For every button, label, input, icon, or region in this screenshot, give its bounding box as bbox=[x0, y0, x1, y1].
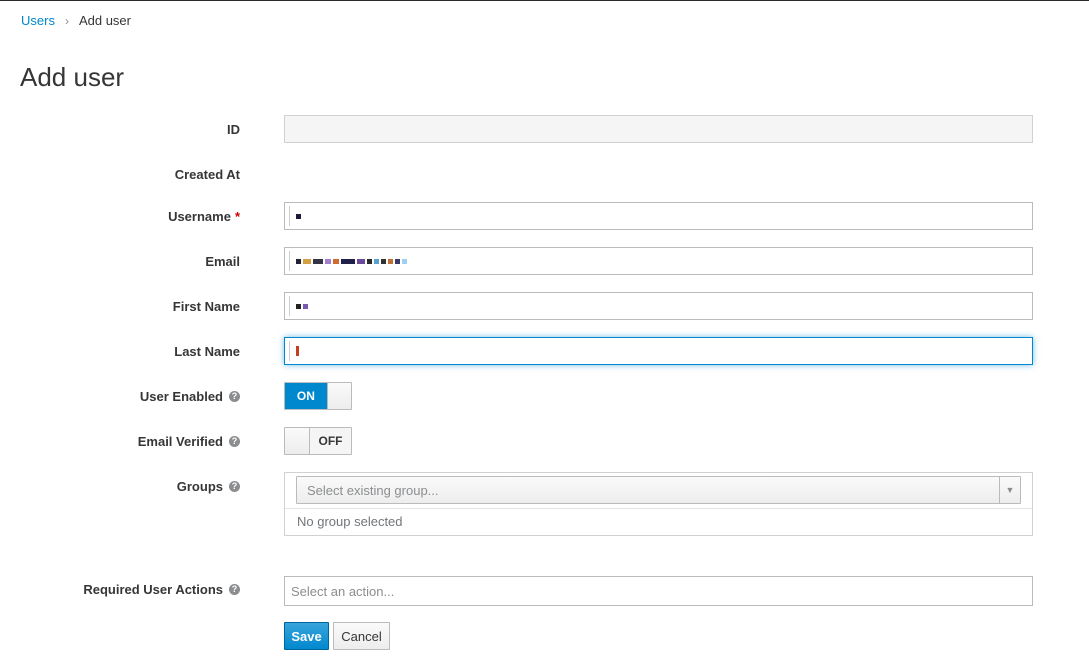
id-field bbox=[284, 115, 1033, 143]
chevron-right-icon: › bbox=[64, 13, 69, 28]
email-verified-label: Email Verified ? bbox=[138, 434, 240, 449]
cancel-button[interactable]: Cancel bbox=[333, 622, 390, 650]
page-title: Add user bbox=[20, 62, 125, 92]
first-name-field[interactable] bbox=[284, 292, 1033, 320]
required-actions-select[interactable]: Select an action... bbox=[284, 576, 1033, 606]
redacted-value bbox=[289, 206, 301, 226]
divider bbox=[285, 508, 1032, 509]
user-enabled-label: User Enabled ? bbox=[140, 389, 240, 404]
required-actions-label: Required User Actions ? bbox=[83, 582, 240, 597]
username-field[interactable] bbox=[284, 202, 1033, 230]
email-field[interactable] bbox=[284, 247, 1033, 275]
breadcrumb-current: Add user bbox=[78, 13, 131, 28]
redacted-value bbox=[289, 341, 299, 361]
created-at-label: Created At bbox=[174, 167, 240, 182]
breadcrumb: Users › Add user bbox=[21, 13, 131, 28]
redacted-value bbox=[289, 251, 407, 271]
groups-select[interactable]: Select existing group... ▼ bbox=[296, 476, 1021, 504]
groups-container: Select existing group... ▼ No group sele… bbox=[284, 472, 1033, 536]
toggle-off-label: OFF bbox=[310, 428, 351, 454]
email-verified-toggle[interactable]: OFF bbox=[284, 427, 352, 455]
toggle-on-label: ON bbox=[285, 383, 327, 409]
email-label: Email bbox=[205, 254, 240, 269]
groups-label: Groups ? bbox=[177, 479, 240, 494]
last-name-label: Last Name bbox=[174, 344, 240, 359]
question-circle-icon[interactable]: ? bbox=[229, 481, 240, 492]
save-button[interactable]: Save bbox=[284, 622, 329, 650]
last-name-field[interactable] bbox=[284, 337, 1033, 365]
no-group-text: No group selected bbox=[297, 514, 403, 529]
username-label: Username * bbox=[168, 209, 240, 224]
id-label: ID bbox=[227, 122, 240, 137]
question-circle-icon[interactable]: ? bbox=[229, 584, 240, 595]
required-marker: * bbox=[234, 209, 240, 224]
toggle-knob bbox=[285, 428, 310, 454]
question-circle-icon[interactable]: ? bbox=[229, 391, 240, 402]
toggle-knob bbox=[326, 383, 351, 409]
question-circle-icon[interactable]: ? bbox=[229, 436, 240, 447]
caret-down-icon: ▼ bbox=[999, 477, 1020, 503]
redacted-value bbox=[289, 296, 308, 316]
first-name-label: First Name bbox=[172, 299, 240, 314]
user-enabled-toggle[interactable]: ON bbox=[284, 382, 352, 410]
breadcrumb-users-link[interactable]: Users bbox=[21, 13, 55, 28]
